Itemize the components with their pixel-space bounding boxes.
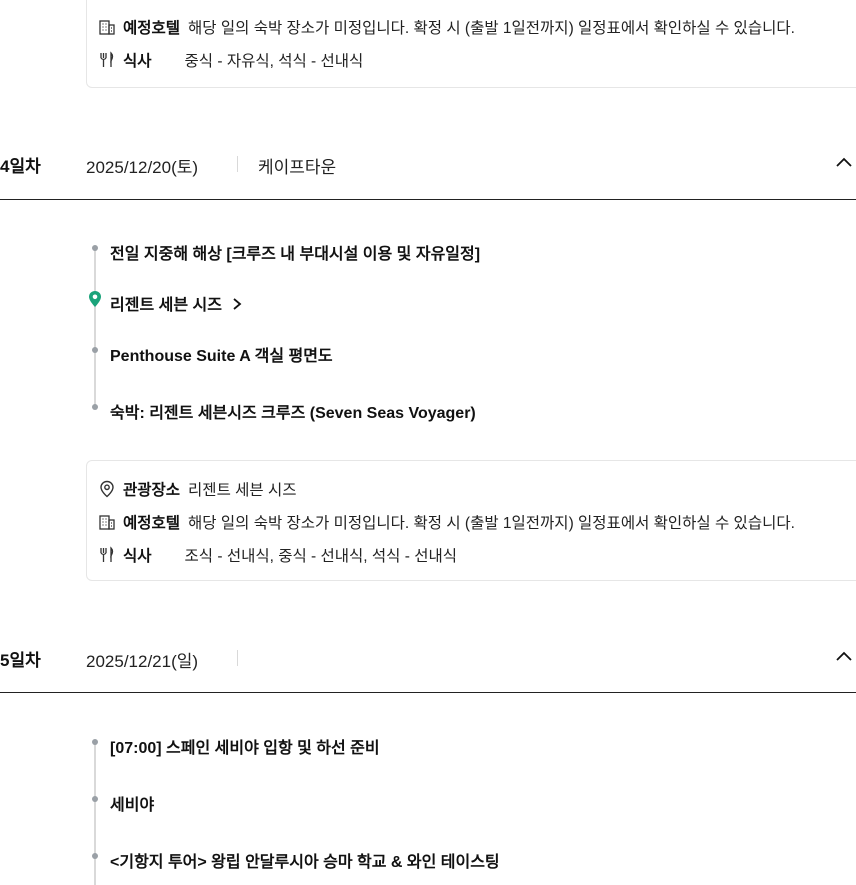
day-date: 2025/12/21(일)	[86, 652, 199, 671]
hotel-building-icon	[97, 17, 117, 37]
day-date: 2025/12/20(토)	[86, 158, 199, 177]
fork-knife-icon	[97, 50, 117, 70]
chevron-right-icon	[232, 297, 242, 315]
summary-hotel-row: 예정호텔 해당 일의 숙박 장소가 미정입니다. 확정 시 (출발 1일전까지)…	[97, 511, 795, 533]
day-city: 케이프타운	[258, 158, 337, 177]
spot-link[interactable]: 리젠트 세븐 시즈	[110, 291, 242, 315]
timeline-item: 세비야	[110, 797, 155, 814]
chevron-up-icon[interactable]	[836, 154, 852, 170]
timeline-item: [07:00] 스페인 세비야 입항 및 하선 준비	[110, 740, 380, 757]
summary-hotel-row: 예정호텔 해당 일의 숙박 장소가 미정입니다. 확정 시 (출발 1일전까지)…	[97, 16, 795, 38]
timeline-line	[94, 741, 96, 885]
divider	[237, 650, 238, 666]
day4-summary-box: 관광장소 리젠트 세븐 시즈 예정호텔 해당 일의 숙박 장소가 미정입니다. …	[86, 460, 856, 581]
timeline-line	[94, 247, 96, 407]
place-label: 관광장소	[123, 482, 181, 499]
meal-label: 식사	[123, 53, 152, 70]
timeline-dot	[92, 404, 98, 410]
hotel-text: 해당 일의 숙박 장소가 미정입니다. 확정 시 (출발 1일전까지) 일정표에…	[188, 515, 795, 532]
summary-meal-row: 식사 중식 - 자유식, 석식 - 선내식	[97, 49, 363, 71]
timeline-item: 전일 지중해 해상 [크루즈 내 부대시설 이용 및 자유일정]	[110, 246, 481, 263]
day4-header[interactable]: 4일차 2025/12/20(토) 케이프타운	[0, 152, 856, 200]
timeline-dot	[92, 796, 98, 802]
timeline-item: <기항지 투어> 왕립 안달루시아 승마 학교 & 와인 테이스팅	[110, 854, 500, 871]
summary-meal-row: 식사 조식 - 선내식, 중식 - 선내식, 석식 - 선내식	[97, 544, 457, 566]
meal-label: 식사	[123, 548, 152, 565]
meal-text: 조식 - 선내식, 중식 - 선내식, 석식 - 선내식	[184, 548, 457, 565]
timeline-item: Penthouse Suite A 객실 평면도	[110, 348, 333, 365]
timeline-dot	[92, 347, 98, 353]
location-pin-filled-icon	[88, 290, 102, 308]
timeline-dot	[92, 739, 98, 745]
day-label: 5일차	[0, 651, 41, 670]
place-text: 리젠트 세븐 시즈	[188, 482, 297, 499]
hotel-label: 예정호텔	[123, 20, 181, 37]
summary-place-row: 관광장소 리젠트 세븐 시즈	[97, 478, 296, 500]
meal-text: 중식 - 자유식, 석식 - 선내식	[184, 53, 364, 70]
divider	[237, 156, 238, 172]
hotel-building-icon	[97, 512, 117, 532]
chevron-up-icon[interactable]	[836, 648, 852, 664]
fork-knife-icon	[97, 545, 117, 565]
day-label: 4일차	[0, 157, 41, 176]
location-pin-outline-icon	[97, 479, 117, 499]
spot-link-label: 리젠트 세븐 시즈	[110, 297, 222, 314]
timeline-item: 숙박: 리젠트 세븐시즈 크루즈 (Seven Seas Voyager)	[110, 405, 476, 422]
hotel-label: 예정호텔	[123, 515, 181, 532]
timeline-dot	[92, 853, 98, 859]
day5-header[interactable]: 5일차 2025/12/21(일)	[0, 646, 856, 693]
day3-summary-box: 예정호텔 해당 일의 숙박 장소가 미정입니다. 확정 시 (출발 1일전까지)…	[86, 0, 856, 88]
timeline-dot	[92, 245, 98, 251]
hotel-text: 해당 일의 숙박 장소가 미정입니다. 확정 시 (출발 1일전까지) 일정표에…	[188, 20, 795, 37]
